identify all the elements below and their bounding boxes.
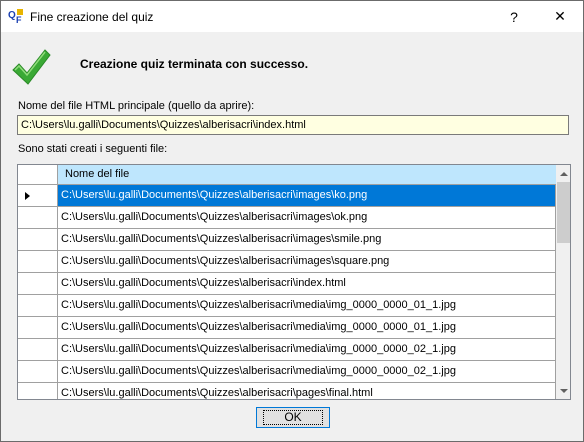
row-header[interactable] xyxy=(18,383,58,399)
file-name-cell[interactable]: C:\Users\lu.galli\Documents\Quizzes\albe… xyxy=(58,317,556,339)
scroll-thumb[interactable] xyxy=(557,182,570,243)
grid-header: Nome del file xyxy=(18,165,556,185)
file-name-cell[interactable]: C:\Users\lu.galli\Documents\Quizzes\albe… xyxy=(58,361,556,383)
column-header-filename[interactable]: Nome del file xyxy=(58,165,556,185)
scroll-up-arrow-icon[interactable] xyxy=(556,165,570,182)
file-name-cell[interactable]: C:\Users\lu.galli\Documents\Quizzes\albe… xyxy=(58,273,556,295)
file-name-cell[interactable]: C:\Users\lu.galli\Documents\Quizzes\albe… xyxy=(58,295,556,317)
file-name-cell[interactable]: C:\Users\lu.galli\Documents\Quizzes\albe… xyxy=(58,185,556,207)
table-row[interactable]: C:\Users\lu.galli\Documents\Quizzes\albe… xyxy=(18,361,556,383)
grid-rows: C:\Users\lu.galli\Documents\Quizzes\albe… xyxy=(18,185,556,399)
scroll-down-arrow-icon[interactable] xyxy=(556,382,570,399)
ok-button-label: OK xyxy=(263,410,323,425)
vertical-scrollbar[interactable] xyxy=(556,165,570,399)
title-bar: Q F Fine creazione del quiz ? ✕ xyxy=(1,1,583,32)
qf-app-icon: Q F xyxy=(8,8,24,24)
table-row[interactable]: C:\Users\lu.galli\Documents\Quizzes\albe… xyxy=(18,185,556,207)
row-header[interactable] xyxy=(18,207,58,229)
files-grid: Nome del file C:\Users\lu.galli\Document… xyxy=(17,164,571,400)
row-header[interactable] xyxy=(18,295,58,317)
table-row[interactable]: C:\Users\lu.galli\Documents\Quizzes\albe… xyxy=(18,207,556,229)
files-list-label: Sono stati creati i seguenti file: xyxy=(18,143,168,155)
svg-text:Q: Q xyxy=(8,10,16,21)
close-button[interactable]: ✕ xyxy=(537,1,583,32)
success-message: Creazione quiz terminata con successo. xyxy=(80,57,309,71)
row-header[interactable] xyxy=(18,251,58,273)
window-title: Fine creazione del quiz xyxy=(30,10,154,24)
svg-text:F: F xyxy=(16,15,22,24)
table-row[interactable]: C:\Users\lu.galli\Documents\Quizzes\albe… xyxy=(18,273,556,295)
row-header[interactable] xyxy=(18,339,58,361)
file-name-cell[interactable]: C:\Users\lu.galli\Documents\Quizzes\albe… xyxy=(58,383,556,399)
grid-corner-cell[interactable] xyxy=(18,165,58,185)
table-row[interactable]: C:\Users\lu.galli\Documents\Quizzes\albe… xyxy=(18,317,556,339)
dialog-window: Q F Fine creazione del quiz ? ✕ Creazion… xyxy=(0,0,584,442)
main-file-label: Nome del file HTML principale (quello da… xyxy=(18,100,255,112)
help-button[interactable]: ? xyxy=(491,1,537,32)
checkmark-icon xyxy=(12,49,51,85)
row-header[interactable] xyxy=(18,229,58,251)
table-row[interactable]: C:\Users\lu.galli\Documents\Quizzes\albe… xyxy=(18,229,556,251)
current-row-arrow-icon xyxy=(25,192,30,200)
table-row[interactable]: C:\Users\lu.galli\Documents\Quizzes\albe… xyxy=(18,295,556,317)
file-name-cell[interactable]: C:\Users\lu.galli\Documents\Quizzes\albe… xyxy=(58,339,556,361)
table-row[interactable]: C:\Users\lu.galli\Documents\Quizzes\albe… xyxy=(18,339,556,361)
row-header[interactable] xyxy=(18,273,58,295)
main-file-field[interactable]: C:\Users\lu.galli\Documents\Quizzes\albe… xyxy=(17,115,569,135)
file-name-cell[interactable]: C:\Users\lu.galli\Documents\Quizzes\albe… xyxy=(58,229,556,251)
file-name-cell[interactable]: C:\Users\lu.galli\Documents\Quizzes\albe… xyxy=(58,251,556,273)
table-row[interactable]: C:\Users\lu.galli\Documents\Quizzes\albe… xyxy=(18,251,556,273)
table-row[interactable]: C:\Users\lu.galli\Documents\Quizzes\albe… xyxy=(18,383,556,399)
row-header[interactable] xyxy=(18,317,58,339)
row-header[interactable] xyxy=(18,185,58,207)
file-name-cell[interactable]: C:\Users\lu.galli\Documents\Quizzes\albe… xyxy=(58,207,556,229)
row-header[interactable] xyxy=(18,361,58,383)
ok-button[interactable]: OK xyxy=(256,407,330,428)
